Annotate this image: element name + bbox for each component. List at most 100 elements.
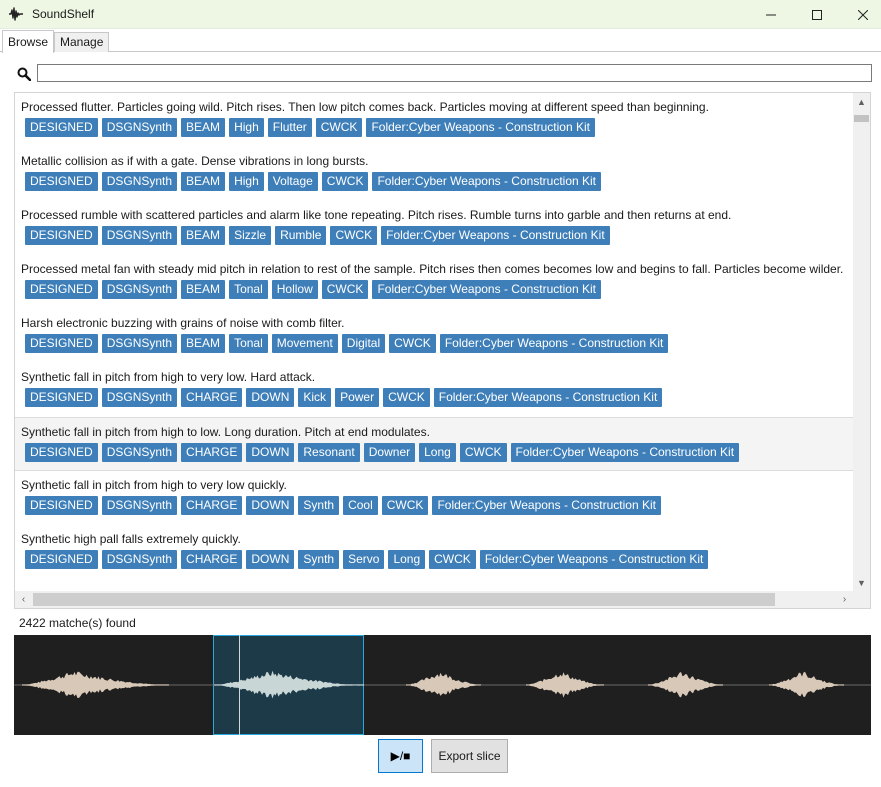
result-description: Synthetic high pall falls extremely quic… <box>21 532 241 546</box>
maximize-button[interactable] <box>794 0 840 29</box>
result-item[interactable]: Processed metal fan with steady mid pitc… <box>15 255 853 309</box>
waveform-canvas[interactable] <box>14 635 871 735</box>
search-input[interactable] <box>37 64 872 82</box>
tag-chip[interactable]: Folder:Cyber Weapons - Construction Kit <box>432 496 661 515</box>
tag-chip[interactable]: DSGNSynth <box>101 443 178 462</box>
result-item[interactable]: Metallic collision as if with a gate. De… <box>15 147 853 201</box>
tag-chip[interactable]: Power <box>335 388 380 407</box>
tag-chip[interactable]: Folder:Cyber Weapons - Construction Kit <box>372 280 601 299</box>
tag-chip[interactable]: Long <box>419 443 456 462</box>
vertical-scroll-thumb[interactable] <box>854 115 869 122</box>
tag-chip[interactable]: Kick <box>298 388 332 407</box>
tag-chip[interactable]: DSGNSynth <box>101 496 178 515</box>
tag-chip[interactable]: DESIGNED <box>25 496 98 515</box>
tag-chip[interactable]: Rumble <box>275 226 327 245</box>
horizontal-scroll-thumb[interactable] <box>33 593 775 606</box>
tag-chip[interactable]: CWCK <box>321 172 369 191</box>
tag-chip[interactable]: CWCK <box>315 118 363 137</box>
result-item[interactable]: Synthetic fall in pitch from high to ver… <box>15 363 853 417</box>
result-item[interactable]: Processed rumble with scattered particle… <box>15 201 853 255</box>
tag-chip[interactable]: Folder:Cyber Weapons - Construction Kit <box>381 226 610 245</box>
tag-chip[interactable]: Sizzle <box>229 226 272 245</box>
tag-chip[interactable]: Voltage <box>267 172 318 191</box>
tag-chip[interactable]: DESIGNED <box>25 226 98 245</box>
tag-chip[interactable]: BEAM <box>181 280 226 299</box>
tag-chip[interactable]: DESIGNED <box>25 443 98 462</box>
tag-chip[interactable]: CHARGE <box>181 550 243 569</box>
tag-chip[interactable]: Tonal <box>229 334 268 353</box>
tag-chip[interactable]: DOWN <box>246 550 295 569</box>
tag-chip[interactable]: DESIGNED <box>25 172 98 191</box>
tag-chip[interactable]: DSGNSynth <box>101 280 178 299</box>
scroll-down-icon[interactable]: ▼ <box>853 574 870 591</box>
results-list[interactable]: Processed flutter. Particles going wild.… <box>14 92 871 609</box>
tag-chip[interactable]: Long <box>388 550 426 569</box>
tag-chip[interactable]: DOWN <box>246 388 295 407</box>
export-slice-button[interactable]: Export slice <box>431 739 508 773</box>
tag-chip[interactable]: CWCK <box>459 443 507 462</box>
tag-chip[interactable]: CWCK <box>429 550 476 569</box>
scroll-right-icon[interactable]: › <box>836 591 853 608</box>
vertical-scrollbar[interactable]: ▲ ▼ <box>853 93 870 591</box>
tag-chip[interactable]: Movement <box>271 334 338 353</box>
result-item[interactable]: Processed flutter. Particles going wild.… <box>15 93 853 147</box>
tag-chip[interactable]: High <box>229 172 264 191</box>
tag-chip[interactable]: Hollow <box>271 280 318 299</box>
result-item[interactable]: Harsh electronic buzzing with grains of … <box>15 309 853 363</box>
tag-chip[interactable]: Folder:Cyber Weapons - Construction Kit <box>433 388 663 407</box>
tag-chip[interactable]: Folder:Cyber Weapons - Construction Kit <box>479 550 709 569</box>
tag-chip[interactable]: DESIGNED <box>25 280 98 299</box>
tag-chip[interactable]: DOWN <box>246 496 295 515</box>
tag-chip[interactable]: DOWN <box>246 443 295 462</box>
scroll-left-icon[interactable]: ‹ <box>15 591 32 608</box>
tag-chip[interactable]: DSGNSynth <box>101 226 178 245</box>
tag-chip[interactable]: DESIGNED <box>25 334 98 353</box>
tag-chip[interactable]: CHARGE <box>181 496 243 515</box>
tag-chip[interactable]: Synth <box>298 550 340 569</box>
tag-chip[interactable]: Cool <box>343 496 378 515</box>
tag-chip[interactable]: BEAM <box>181 226 226 245</box>
scroll-up-icon[interactable]: ▲ <box>853 93 870 110</box>
tag-chip[interactable]: Flutter <box>267 118 312 137</box>
tag-chip[interactable]: DSGNSynth <box>101 550 178 569</box>
tag-chip[interactable]: Downer <box>363 443 416 462</box>
tag-chip[interactable]: Folder:Cyber Weapons - Construction Kit <box>372 172 602 191</box>
tag-chip[interactable]: High <box>229 118 264 137</box>
tag-chip[interactable]: CWCK <box>381 496 429 515</box>
tag-chip[interactable]: Folder:Cyber Weapons - Construction Kit <box>439 334 669 353</box>
tag-chip[interactable]: Synth <box>298 496 340 515</box>
tag-chip[interactable]: DSGNSynth <box>101 118 178 137</box>
minimize-button[interactable] <box>748 0 794 29</box>
play-stop-button[interactable]: ▶/■ <box>378 739 423 773</box>
tag-chip[interactable]: DESIGNED <box>25 388 98 407</box>
tag-chip[interactable]: DSGNSynth <box>101 388 178 407</box>
tag-chip[interactable]: DESIGNED <box>25 118 98 137</box>
result-item[interactable]: Synthetic fall in pitch from high to low… <box>15 417 853 471</box>
tag-chip[interactable]: CWCK <box>389 334 436 353</box>
tag-chip[interactable]: CWCK <box>330 226 378 245</box>
tag-chip[interactable]: BEAM <box>181 334 226 353</box>
horizontal-scrollbar[interactable]: ‹ › <box>15 591 853 608</box>
tag-chip[interactable]: CHARGE <box>181 443 243 462</box>
result-item[interactable]: Synthetic high pall falls extremely quic… <box>15 525 853 579</box>
tag-chip[interactable]: DSGNSynth <box>101 172 178 191</box>
tag-chip[interactable]: DESIGNED <box>25 550 98 569</box>
tag-chip[interactable]: CWCK <box>383 388 430 407</box>
tag-chip[interactable]: CHARGE <box>181 388 243 407</box>
close-button[interactable] <box>840 0 881 29</box>
tab-browse[interactable]: Browse <box>2 30 55 53</box>
tag-chip[interactable]: CWCK <box>321 280 369 299</box>
tag-list: DESIGNED DSGNSynth BEAM High Flutter CWCK Fold… <box>25 118 853 137</box>
tag-chip[interactable]: Digital <box>341 334 386 353</box>
tag-chip[interactable]: Servo <box>343 550 385 569</box>
tag-chip[interactable]: Folder:Cyber Weapons - Construction Kit <box>510 443 740 462</box>
waveform-view[interactable] <box>14 635 871 735</box>
tag-chip[interactable]: BEAM <box>181 118 226 137</box>
tag-chip[interactable]: BEAM <box>181 172 226 191</box>
tag-chip[interactable]: DSGNSynth <box>101 334 178 353</box>
tag-chip[interactable]: Folder:Cyber Weapons - Construction Kit <box>366 118 595 137</box>
tag-chip[interactable]: Tonal <box>229 280 268 299</box>
result-item[interactable]: Synthetic fall in pitch from high to ver… <box>15 471 853 525</box>
tab-manage[interactable]: Manage <box>54 32 110 52</box>
tag-chip[interactable]: Resonant <box>298 443 360 462</box>
